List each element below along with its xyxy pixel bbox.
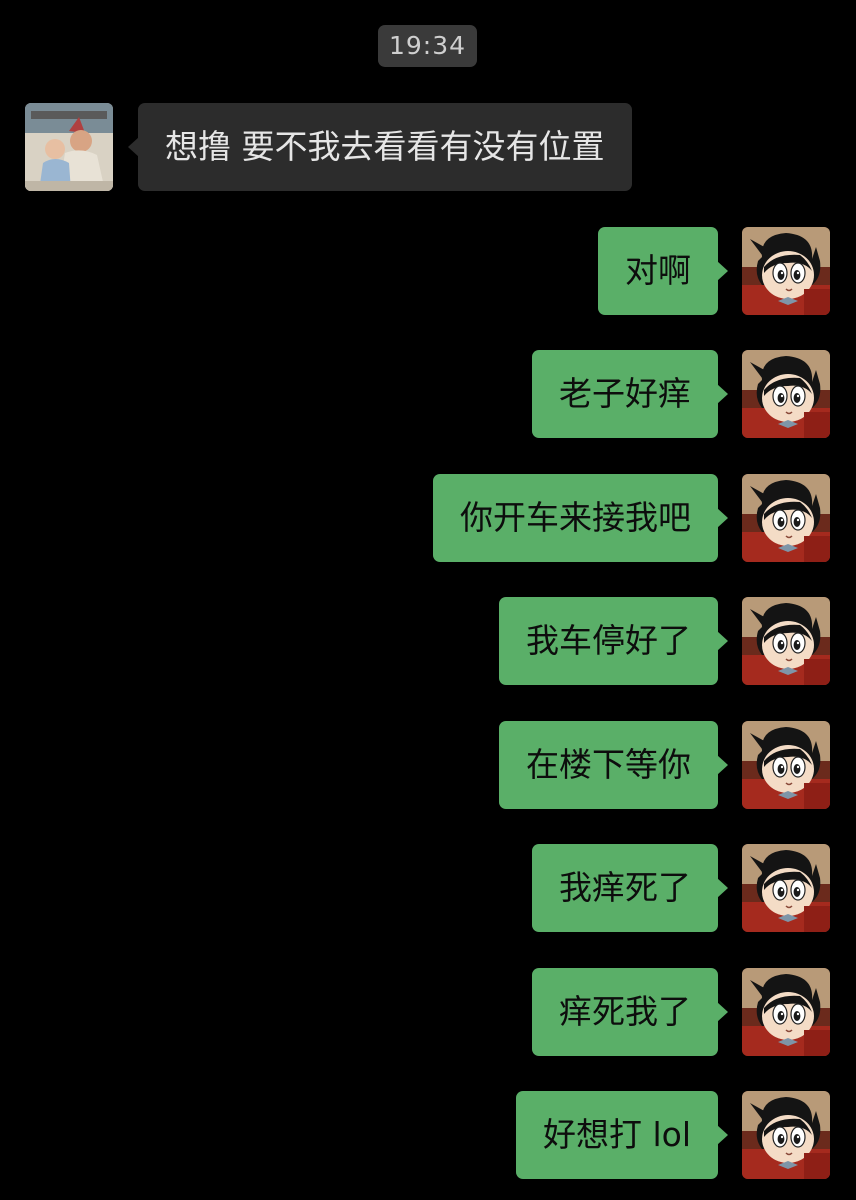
- my-avatar[interactable]: [742, 968, 830, 1056]
- my-avatar[interactable]: [742, 350, 830, 438]
- my-avatar[interactable]: [742, 721, 830, 809]
- outgoing-message-bubble[interactable]: 对啊: [598, 227, 728, 315]
- outgoing-message-bubble[interactable]: 我痒死了: [532, 844, 728, 932]
- outgoing-message: 我痒死了: [0, 844, 856, 932]
- my-avatar[interactable]: [742, 597, 830, 685]
- my-avatar[interactable]: [742, 474, 830, 562]
- outgoing-message: 老子好痒: [0, 350, 856, 438]
- outgoing-message-bubble[interactable]: 你开车来接我吧: [433, 474, 728, 562]
- my-avatar[interactable]: [742, 1091, 830, 1179]
- outgoing-message-bubble[interactable]: 我车停好了: [499, 597, 728, 685]
- contact-avatar[interactable]: [25, 103, 113, 191]
- outgoing-message: 你开车来接我吧: [0, 474, 856, 562]
- outgoing-message: 痒死我了: [0, 968, 856, 1056]
- my-avatar[interactable]: [742, 844, 830, 932]
- message-timestamp: 19:34: [378, 25, 477, 67]
- outgoing-message-bubble[interactable]: 好想打 lol: [515, 1091, 729, 1179]
- outgoing-message: 我车停好了: [0, 597, 856, 685]
- incoming-message: 想撸 要不我去看看有没有位置: [0, 103, 856, 191]
- outgoing-message-bubble[interactable]: 痒死我了: [532, 968, 728, 1056]
- outgoing-message: 在楼下等你: [0, 721, 856, 809]
- my-avatar[interactable]: [742, 227, 830, 315]
- incoming-message-bubble[interactable]: 想撸 要不我去看看有没有位置: [128, 103, 632, 191]
- outgoing-message-bubble[interactable]: 老子好痒: [532, 350, 728, 438]
- outgoing-message: 好想打 lol: [0, 1091, 856, 1179]
- outgoing-message-bubble[interactable]: 在楼下等你: [499, 721, 728, 809]
- outgoing-message: 对啊: [0, 227, 856, 315]
